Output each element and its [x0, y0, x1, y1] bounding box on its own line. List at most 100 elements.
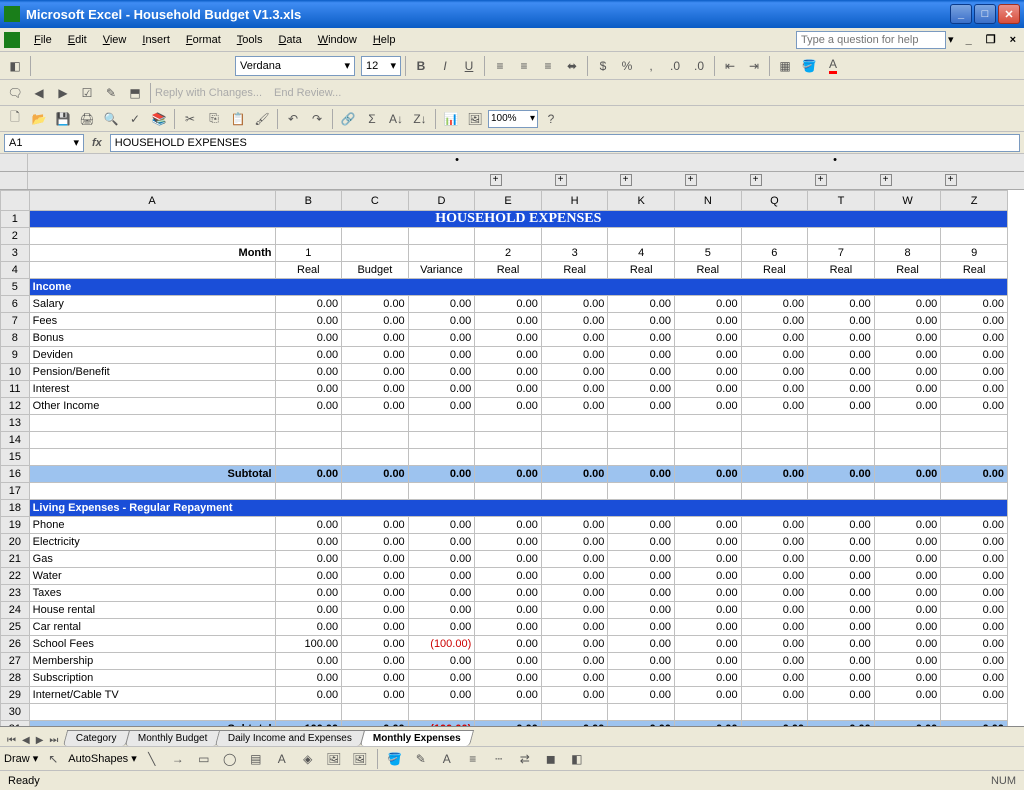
cell[interactable]: 0.00 — [874, 551, 941, 568]
open-icon[interactable]: 📂 — [28, 108, 50, 130]
app-icon[interactable] — [4, 32, 20, 48]
cell[interactable]: 0.00 — [408, 551, 475, 568]
cell[interactable]: 0.00 — [475, 296, 542, 313]
cell[interactable] — [408, 704, 475, 721]
font-color-icon[interactable]: A — [822, 55, 844, 77]
cell[interactable]: 0.00 — [541, 466, 608, 483]
cell[interactable] — [275, 228, 342, 245]
cell[interactable]: 0.00 — [608, 534, 675, 551]
cell[interactable]: 0.00 — [342, 551, 409, 568]
cell[interactable] — [874, 228, 941, 245]
cell[interactable]: 0.00 — [941, 687, 1008, 704]
tab-last-icon[interactable]: ⏭ — [46, 735, 61, 746]
cell[interactable] — [608, 449, 675, 466]
cell[interactable]: House rental — [29, 602, 275, 619]
cell[interactable]: Subscription — [29, 670, 275, 687]
cell[interactable]: 0.00 — [275, 296, 342, 313]
cell[interactable] — [608, 415, 675, 432]
cell[interactable]: 0.00 — [741, 687, 808, 704]
cell[interactable]: 0.00 — [408, 398, 475, 415]
cell[interactable]: 0.00 — [608, 636, 675, 653]
cell[interactable]: Real — [808, 262, 875, 279]
header[interactable]: 21 — [1, 551, 30, 568]
cell[interactable]: 0.00 — [475, 313, 542, 330]
cell[interactable]: 0.00 — [808, 602, 875, 619]
cell[interactable]: 0.00 — [675, 551, 742, 568]
cell[interactable]: 8 — [874, 245, 941, 262]
cell[interactable]: 0.00 — [741, 721, 808, 727]
cell[interactable]: 0.00 — [808, 330, 875, 347]
sheet-tab-monthly-budget[interactable]: Monthly Budget — [125, 730, 221, 746]
cell[interactable]: 0.00 — [874, 517, 941, 534]
cell[interactable] — [29, 704, 275, 721]
cell[interactable]: 0.00 — [608, 296, 675, 313]
cell[interactable] — [29, 449, 275, 466]
cell[interactable]: 0.00 — [808, 568, 875, 585]
cell[interactable]: 0.00 — [608, 330, 675, 347]
cell[interactable] — [941, 432, 1008, 449]
arrow-style-icon[interactable]: ⇄ — [514, 748, 536, 770]
cell[interactable]: 0.00 — [541, 636, 608, 653]
cell[interactable]: 0.00 — [342, 568, 409, 585]
cell[interactable]: Electricity — [29, 534, 275, 551]
cell[interactable]: Bonus — [29, 330, 275, 347]
cell[interactable]: 0.00 — [874, 568, 941, 585]
cell[interactable]: 0.00 — [475, 347, 542, 364]
tab-prev-icon[interactable]: ◀ — [19, 735, 33, 746]
show-icon[interactable]: ☑ — [76, 82, 98, 104]
cell[interactable]: 0.00 — [342, 313, 409, 330]
cell[interactable]: 0.00 — [808, 653, 875, 670]
new-comment-icon[interactable]: 🗨 — [4, 82, 26, 104]
cell[interactable]: 0.00 — [342, 466, 409, 483]
cell[interactable]: 0.00 — [741, 602, 808, 619]
cell[interactable]: 0.00 — [275, 398, 342, 415]
cell[interactable] — [808, 228, 875, 245]
cell[interactable]: Car rental — [29, 619, 275, 636]
cell[interactable]: 0.00 — [475, 364, 542, 381]
cell[interactable]: 0.00 — [675, 568, 742, 585]
cell[interactable] — [941, 483, 1008, 500]
header[interactable]: 23 — [1, 585, 30, 602]
cell[interactable]: 0.00 — [608, 653, 675, 670]
cell[interactable]: 0.00 — [874, 721, 941, 727]
cell[interactable]: 0.00 — [342, 296, 409, 313]
cell[interactable]: 0.00 — [342, 653, 409, 670]
cell[interactable]: 0.00 — [608, 347, 675, 364]
header[interactable]: N — [675, 191, 742, 211]
cell[interactable]: 0.00 — [941, 602, 1008, 619]
cell[interactable]: 0.00 — [941, 313, 1008, 330]
header[interactable]: 10 — [1, 364, 30, 381]
cell[interactable] — [275, 415, 342, 432]
cell[interactable]: 0.00 — [741, 296, 808, 313]
cell[interactable]: 0.00 — [941, 619, 1008, 636]
cell[interactable]: Real — [541, 262, 608, 279]
cell[interactable]: 0.00 — [475, 568, 542, 585]
cell[interactable] — [408, 432, 475, 449]
tool-icon[interactable]: ◧ — [4, 55, 26, 77]
cell[interactable]: 0.00 — [541, 330, 608, 347]
cell[interactable]: Real — [941, 262, 1008, 279]
cell[interactable]: 0.00 — [275, 602, 342, 619]
cell[interactable]: 0.00 — [675, 296, 742, 313]
draw-menu[interactable]: Draw ▾ — [4, 752, 38, 765]
cell[interactable]: 0.00 — [741, 398, 808, 415]
cell[interactable]: 9 — [941, 245, 1008, 262]
header[interactable]: Q — [741, 191, 808, 211]
cell[interactable]: 0.00 — [342, 585, 409, 602]
cell[interactable]: Real — [608, 262, 675, 279]
cell[interactable]: 0.00 — [275, 534, 342, 551]
header[interactable]: 12 — [1, 398, 30, 415]
cell[interactable]: 0.00 — [874, 653, 941, 670]
cell[interactable] — [874, 483, 941, 500]
cell[interactable]: 0.00 — [275, 517, 342, 534]
cell[interactable]: 0.00 — [342, 636, 409, 653]
tab-next-icon[interactable]: ▶ — [33, 735, 47, 746]
cell[interactable]: 0.00 — [408, 364, 475, 381]
copy-icon[interactable]: ⎘ — [203, 108, 225, 130]
cell[interactable]: Budget — [342, 262, 409, 279]
header[interactable]: C — [342, 191, 409, 211]
cell[interactable]: 0.00 — [541, 568, 608, 585]
cell[interactable] — [29, 415, 275, 432]
header[interactable]: 3 — [1, 245, 30, 262]
comma-icon[interactable]: , — [640, 55, 662, 77]
